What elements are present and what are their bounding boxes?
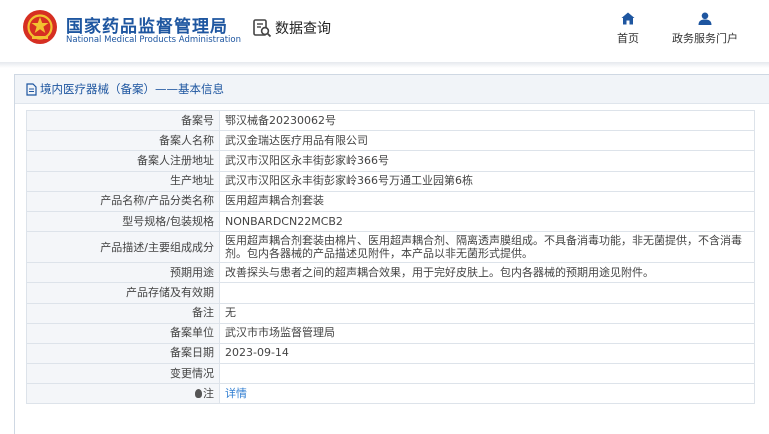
field-label: 产品描述/主要组成成分 [26, 231, 220, 264]
field-label: 型号规格/包装规格 [26, 210, 220, 233]
field-value: 武汉市市场监督管理局 [219, 322, 755, 344]
record-table: 备案号 鄂汉械备20230062号 备案人名称 武汉金瑞达医疗用品有限公司 备案… [26, 109, 755, 405]
table-row: 备案日期 2023-09-14 [26, 342, 755, 365]
note-label: 注 [203, 386, 214, 400]
field-value [219, 363, 755, 385]
nav-home-label: 首页 [617, 32, 639, 45]
note-value-cell: 详情 [219, 383, 755, 405]
document-search-icon [253, 19, 272, 38]
field-value: 改善探头与患者之间的超声耦合效果，用于完好皮肤上。包内各器械的预期用途见附件。 [219, 262, 755, 284]
field-label: 备案人名称 [26, 130, 220, 152]
field-value: NONBARDCN22MCB2 [219, 210, 755, 233]
national-emblem-icon [23, 10, 57, 44]
field-label: 生产地址 [26, 170, 220, 192]
table-row: 型号规格/包装规格 NONBARDCN22MCB2 [26, 210, 755, 233]
header-shadow [0, 62, 769, 68]
field-value: 武汉金瑞达医疗用品有限公司 [219, 130, 755, 152]
table-row: 变更情况 [26, 363, 755, 385]
field-label: 产品存储及有效期 [26, 282, 220, 304]
table-row: 备注 无 [26, 302, 755, 324]
data-query-link[interactable]: 数据查询 [252, 17, 331, 39]
user-icon [698, 12, 712, 25]
field-value [219, 282, 755, 304]
nav-service-label: 政务服务门户 [672, 32, 738, 45]
field-value: 无 [219, 302, 755, 324]
table-row: 备案单位 武汉市市场监督管理局 [26, 322, 755, 344]
details-link[interactable]: 详情 [225, 387, 247, 400]
document-icon [26, 83, 37, 96]
panel-title: 境内医疗器械（备案）——基本信息 [40, 82, 224, 96]
field-value: 医用超声耦合剂套装由棉片、医用超声耦合剂、隔离透声膜组成。不具备消毒功能，非无菌… [219, 231, 755, 264]
site-title: 国家药品监督管理局 [66, 17, 228, 37]
field-label: 备注 [26, 302, 220, 324]
field-value: 医用超声耦合剂套装 [219, 190, 755, 212]
table-row: 备案人注册地址 武汉市汉阳区永丰街彭家岭366号 [26, 150, 755, 172]
home-icon [621, 12, 635, 25]
table-row: 备案人名称 武汉金瑞达医疗用品有限公司 [26, 130, 755, 152]
field-value: 鄂汉械备20230062号 [219, 109, 755, 132]
field-label: 备案号 [26, 109, 220, 132]
field-label: 变更情况 [26, 363, 220, 385]
field-label: 预期用途 [26, 262, 220, 284]
field-label: 备案人注册地址 [26, 150, 220, 172]
panel-title-bar: 境内医疗器械（备案）——基本信息 [15, 75, 769, 104]
field-value: 武汉市汉阳区永丰街彭家岭366号万通工业园第6栋 [219, 170, 755, 192]
table-row: 备案号 鄂汉械备20230062号 [26, 109, 755, 132]
field-label: 产品名称/产品分类名称 [26, 190, 220, 212]
note-label-cell: 注 [26, 383, 220, 405]
field-value: 2023-09-14 [219, 342, 755, 365]
table-row: 生产地址 武汉市汉阳区永丰街彭家岭366号万通工业园第6栋 [26, 170, 755, 192]
data-query-label: 数据查询 [275, 21, 331, 37]
table-row: 产品存储及有效期 [26, 282, 755, 304]
table-row: 产品描述/主要组成成分 医用超声耦合剂套装由棉片、医用超声耦合剂、隔离透声膜组成… [26, 231, 755, 264]
field-value: 武汉市汉阳区永丰街彭家岭366号 [219, 150, 755, 172]
table-row: 产品名称/产品分类名称 医用超声耦合剂套装 [26, 190, 755, 212]
bulb-icon [195, 388, 202, 398]
table-row: 预期用途 改善探头与患者之间的超声耦合效果，用于完好皮肤上。包内各器械的预期用途… [26, 262, 755, 284]
nav-service-portal[interactable]: 政务服务门户 [665, 12, 745, 46]
site-subtitle: National Medical Products Administration [66, 35, 241, 45]
info-panel: 境内医疗器械（备案）——基本信息 备案号 鄂汉械备20230062号 备案人名称… [14, 74, 769, 434]
site-header: 国家药品监督管理局 National Medical Products Admi… [0, 0, 769, 62]
field-label: 备案日期 [26, 342, 220, 365]
table-row: 注 详情 [26, 383, 755, 405]
nav-home[interactable]: 首页 [613, 12, 643, 46]
field-label: 备案单位 [26, 322, 220, 344]
